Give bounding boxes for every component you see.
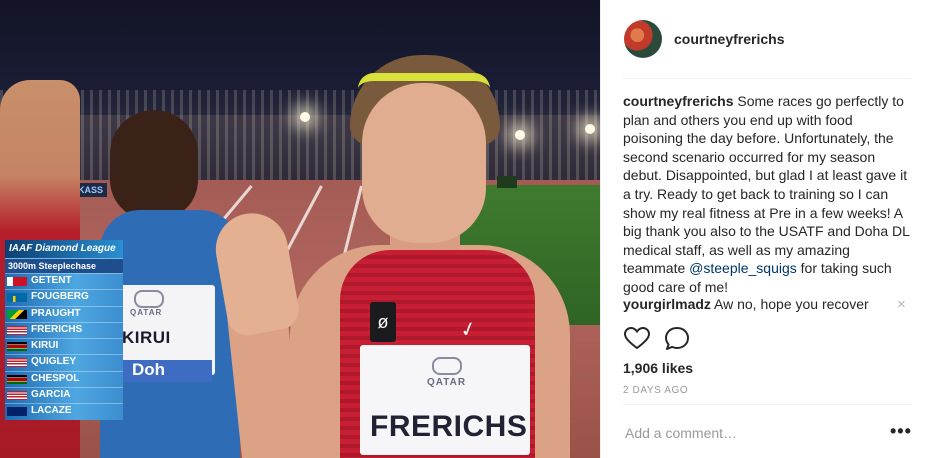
bahrain-flag-icon [7,277,27,286]
bib-sponsor: QATAR [427,377,467,388]
usa-flag-icon [7,391,27,401]
brand-logo-icon: ø [370,302,396,342]
scoreboard-row: CHESPOL [5,370,123,388]
divider [623,78,911,79]
post-caption: courtneyfrerichs Some races go perfectly… [623,92,913,297]
olympic-rings-icon [432,357,462,375]
runner-head [110,110,198,220]
jamaica-flag-icon [7,309,27,319]
athlete-name: GETENT [31,275,72,286]
scoreboard-row: PRAUGHT [5,305,123,322]
australia-flag-icon [7,407,27,417]
athlete-name: PRAUGHT [31,307,81,319]
usa-flag-icon [7,325,27,335]
olympic-rings-icon [134,290,164,308]
divider [623,404,911,405]
more-options-icon[interactable]: ••• [890,421,912,442]
bib-sponsor: QATAR [130,308,163,317]
instagram-post-view: ALKASS QATAR KIRUI Doh ø ✓ QATAR FRERICH… [0,0,933,458]
comment-row: yourgirlmadz Aw no, hope you recover [623,296,898,312]
athlete-name: KIRUI [31,340,59,352]
athlete-name: FRERICHS [31,323,83,335]
close-icon[interactable]: × [897,296,906,313]
likes-count[interactable]: 1,906 likes [623,360,693,376]
caption-text: Some races go perfectly to plan and othe… [623,93,910,277]
waving-hand [210,207,302,339]
bib-banner: Doh [122,360,212,382]
avatar[interactable] [624,20,662,58]
athlete-name: CHESPOL [31,372,80,384]
add-comment-input[interactable]: Add a comment… [625,425,737,441]
runner-face [362,83,486,243]
scoreboard-row: KIRUI [5,338,123,355]
caption-mention-link[interactable]: @steeple_squigs [689,260,797,276]
header-username[interactable]: courtneyfrerichs [674,31,784,47]
post-photo[interactable]: ALKASS QATAR KIRUI Doh ø ✓ QATAR FRERICH… [0,0,600,458]
comment-username[interactable]: yourgirlmadz [623,296,711,312]
scoreboard-row: GARCIA [5,387,123,404]
scoreboard-row: LACAZE [5,403,123,420]
caption-username[interactable]: courtneyfrerichs [623,93,733,109]
sweden-flag-icon [7,293,27,303]
runner-frerichs: ø ✓ QATAR FRERICHS [210,55,600,458]
usa-flag-icon [7,358,27,368]
race-scoreboard: IAAF Diamond League 3000m Steeplechase W… [5,240,123,420]
bib-name: KIRUI [122,328,171,347]
bib-name: FRERICHS [370,410,528,443]
scoreboard-row: GETENT [5,273,123,290]
scoreboard-brand: IAAF Diamond League [5,240,123,258]
post-sidebar: courtneyfrerichs courtneyfrerichs Some r… [600,0,933,458]
headband [358,73,490,89]
athlete-name: LACAZE [31,405,72,417]
kenya-flag-icon [7,342,27,352]
post-header: courtneyfrerichs [600,0,933,78]
scoreboard-row: FOUGBERG [5,289,123,306]
athlete-name: GARCIA [31,389,71,401]
scoreboard-row: QUIGLEY [5,354,123,371]
kenya-flag-icon [7,374,27,384]
comment-text: Aw no, hope you recover [710,296,869,312]
scoreboard-row: FRERICHS [5,321,123,339]
post-date[interactable]: 2 DAYS AGO [623,385,688,396]
athlete-name: QUIGLEY [31,356,77,368]
athlete-name: FOUGBERG [31,291,89,303]
heart-icon[interactable] [623,325,651,353]
comment-icon[interactable] [663,325,691,353]
scoreboard-event: 3000m Steeplechase Women [5,258,123,285]
